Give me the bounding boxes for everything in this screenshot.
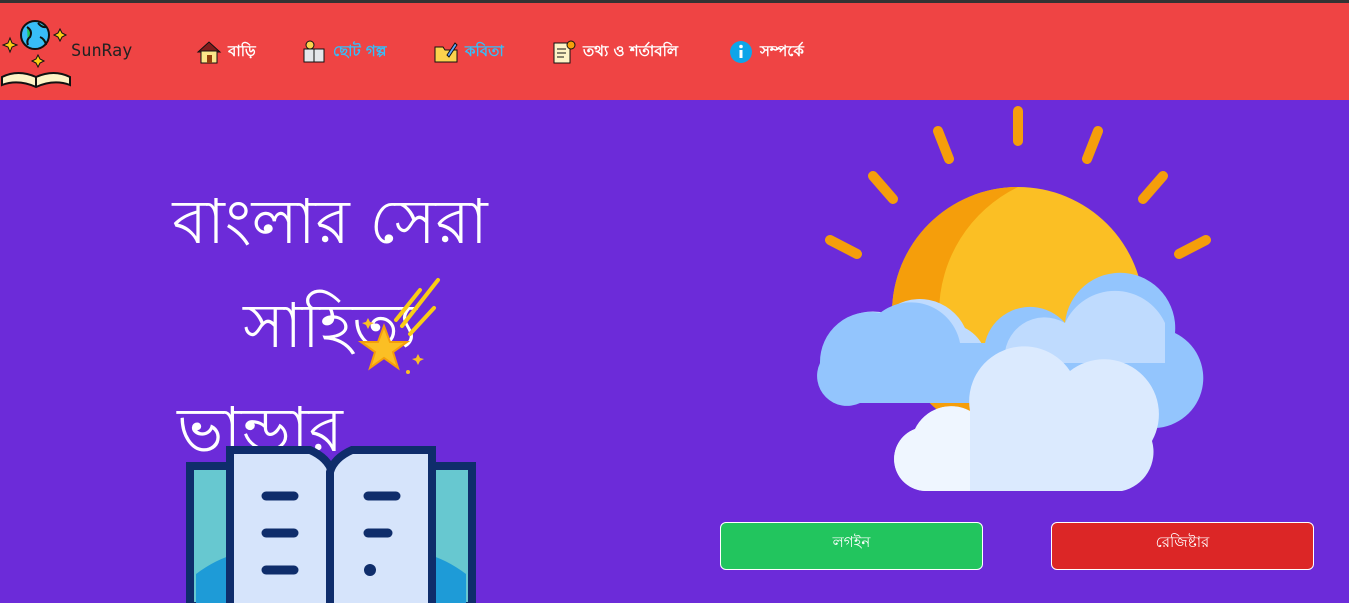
brand-name[interactable]: SunRay (71, 41, 132, 61)
logo-globe-book-icon[interactable] (0, 15, 72, 91)
hero-title: বাংলার সেরা সাহিত্য ভান্ডার (90, 170, 570, 482)
login-button[interactable]: লগইন (720, 522, 983, 570)
nav-item-about[interactable]: সম্পর্কে (728, 37, 804, 67)
register-button[interactable]: রেজিষ্টার (1051, 522, 1314, 570)
nav-item-short-story[interactable]: ছোট গল্প (301, 37, 386, 67)
document-info-icon (551, 39, 577, 65)
clipped-heading-below-buttons (872, 590, 1172, 603)
nav-label-short-story: ছোট গল্প (333, 41, 387, 60)
nav-item-terms[interactable]: তথ্য ও শর্তাবলি (551, 37, 678, 67)
sun-cloud-icon (817, 106, 1211, 491)
shooting-star-icon (357, 278, 440, 374)
open-book-icon (186, 446, 476, 603)
nav-label-about: সম্পর্কে (760, 41, 804, 60)
info-icon (728, 39, 754, 65)
house-icon (196, 39, 222, 65)
nav-item-poem[interactable]: কবিতা (433, 37, 504, 67)
nav-label-home: বাড়ি (228, 41, 256, 60)
navbar: SunRay বাড়ি ছোট গল্প কবিতা তথ্য ও শর্তা… (0, 3, 1349, 100)
nav-item-home[interactable]: বাড়ি (196, 37, 256, 67)
book-reading-icon (301, 39, 327, 65)
nav-label-terms: তথ্য ও শর্তাবলি (583, 41, 679, 60)
nav-label-poem: কবিতা (465, 41, 504, 60)
hero-title-line1: বাংলার সেরা সাহিত্য (172, 185, 488, 362)
folder-pen-icon (433, 39, 459, 65)
